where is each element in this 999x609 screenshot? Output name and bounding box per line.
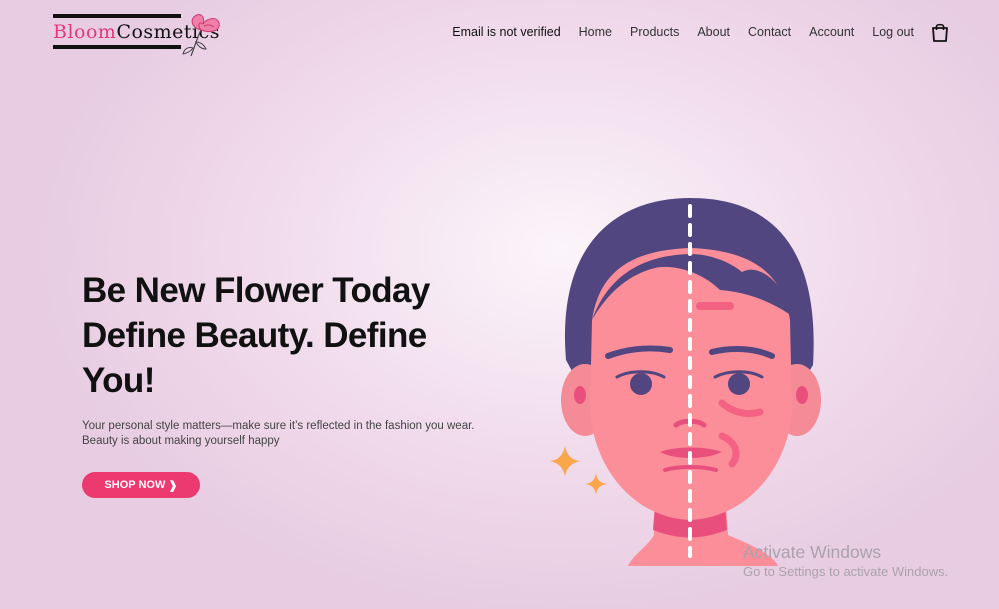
hero-description-line: Your personal style matters—make sure it… (82, 420, 475, 432)
hero-description-line: Beauty is about making yourself happy (82, 435, 280, 447)
chevron-right-icon: ❱ (168, 479, 178, 492)
nav-about-link[interactable]: About (697, 25, 730, 39)
email-verification-status: Email is not verified (452, 25, 561, 39)
hero-description: Your personal style matters—make sure it… (82, 419, 502, 449)
flower-icon (182, 14, 220, 57)
watermark-title: Activate Windows (743, 542, 882, 562)
navbar: BloomCosmetics Email is not verified Hom… (0, 0, 999, 70)
watermark-subtitle: Go to Settings to activate Windows. (743, 564, 949, 579)
hero-title: Be New Flower Today Define Beauty. Defin… (82, 268, 502, 403)
nav-products-link[interactable]: Products (630, 25, 679, 39)
hero-title-line: You! (82, 361, 155, 400)
windows-activation-watermark: Activate Windows Go to Settings to activ… (743, 541, 948, 581)
main-nav: Email is not verified Home Products Abou… (452, 22, 949, 42)
nav-contact-link[interactable]: Contact (748, 25, 791, 39)
nav-home-link[interactable]: Home (579, 25, 612, 39)
logo-bar-top (53, 14, 181, 18)
brand-logo[interactable]: BloomCosmetics (53, 12, 225, 58)
shop-now-button[interactable]: SHOP NOW ❱ (82, 472, 200, 498)
hero-title-line: Be New Flower Today (82, 271, 430, 310)
hero-title-line: Define Beauty. Define (82, 316, 427, 355)
logo-bar-bottom (53, 45, 181, 49)
shopping-bag-icon[interactable] (931, 22, 949, 42)
nav-logout-link[interactable]: Log out (872, 25, 914, 39)
nav-account-link[interactable]: Account (809, 25, 854, 39)
logo-word-bloom: Bloom (53, 21, 117, 43)
shop-now-label: SHOP NOW (104, 479, 166, 491)
face-illustration (550, 198, 821, 566)
